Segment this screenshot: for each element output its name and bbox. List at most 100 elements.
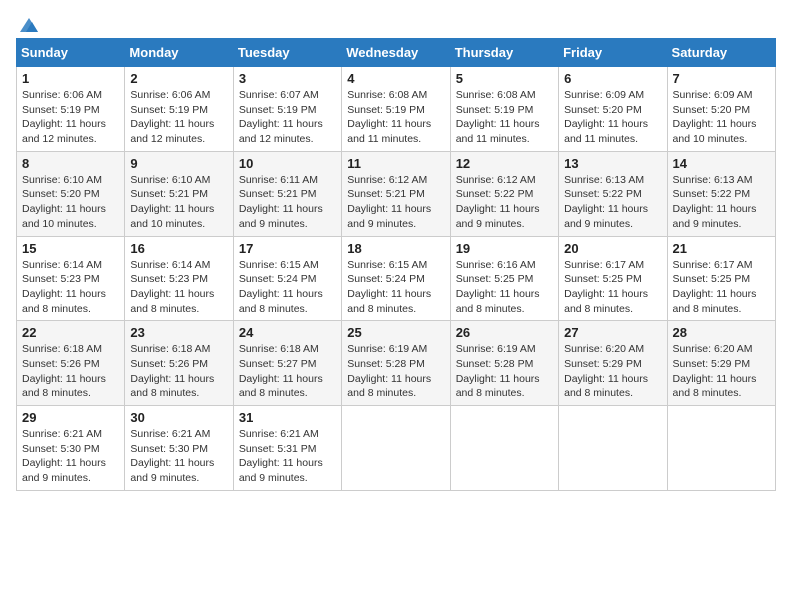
calendar-week-row: 8 Sunrise: 6:10 AMSunset: 5:20 PMDayligh… — [17, 151, 776, 236]
calendar-cell: 31 Sunrise: 6:21 AMSunset: 5:31 PMDaylig… — [233, 406, 341, 491]
calendar-cell: 12 Sunrise: 6:12 AMSunset: 5:22 PMDaylig… — [450, 151, 558, 236]
day-info: Sunrise: 6:09 AMSunset: 5:20 PMDaylight:… — [564, 89, 648, 145]
day-number: 14 — [673, 156, 770, 171]
day-number: 1 — [22, 71, 119, 86]
calendar-cell: 19 Sunrise: 6:16 AMSunset: 5:25 PMDaylig… — [450, 236, 558, 321]
calendar-cell — [342, 406, 450, 491]
day-number: 26 — [456, 325, 553, 340]
day-number: 30 — [130, 410, 227, 425]
calendar-cell: 24 Sunrise: 6:18 AMSunset: 5:27 PMDaylig… — [233, 321, 341, 406]
day-number: 12 — [456, 156, 553, 171]
day-info: Sunrise: 6:13 AMSunset: 5:22 PMDaylight:… — [673, 174, 757, 230]
calendar-cell: 6 Sunrise: 6:09 AMSunset: 5:20 PMDayligh… — [559, 67, 667, 152]
day-info: Sunrise: 6:21 AMSunset: 5:30 PMDaylight:… — [22, 428, 106, 484]
day-number: 21 — [673, 241, 770, 256]
calendar-cell — [559, 406, 667, 491]
calendar-cell: 26 Sunrise: 6:19 AMSunset: 5:28 PMDaylig… — [450, 321, 558, 406]
day-number: 31 — [239, 410, 336, 425]
day-number: 5 — [456, 71, 553, 86]
day-number: 10 — [239, 156, 336, 171]
day-number: 18 — [347, 241, 444, 256]
calendar-cell: 18 Sunrise: 6:15 AMSunset: 5:24 PMDaylig… — [342, 236, 450, 321]
day-info: Sunrise: 6:14 AMSunset: 5:23 PMDaylight:… — [130, 259, 214, 315]
day-info: Sunrise: 6:20 AMSunset: 5:29 PMDaylight:… — [564, 343, 648, 399]
day-info: Sunrise: 6:17 AMSunset: 5:25 PMDaylight:… — [564, 259, 648, 315]
day-info: Sunrise: 6:09 AMSunset: 5:20 PMDaylight:… — [673, 89, 757, 145]
calendar-cell — [667, 406, 775, 491]
day-info: Sunrise: 6:21 AMSunset: 5:30 PMDaylight:… — [130, 428, 214, 484]
day-info: Sunrise: 6:20 AMSunset: 5:29 PMDaylight:… — [673, 343, 757, 399]
day-info: Sunrise: 6:19 AMSunset: 5:28 PMDaylight:… — [347, 343, 431, 399]
day-header-thursday: Thursday — [450, 39, 558, 67]
day-info: Sunrise: 6:06 AMSunset: 5:19 PMDaylight:… — [130, 89, 214, 145]
calendar-cell: 3 Sunrise: 6:07 AMSunset: 5:19 PMDayligh… — [233, 67, 341, 152]
day-info: Sunrise: 6:11 AMSunset: 5:21 PMDaylight:… — [239, 174, 323, 230]
day-number: 16 — [130, 241, 227, 256]
day-number: 13 — [564, 156, 661, 171]
day-number: 8 — [22, 156, 119, 171]
day-number: 11 — [347, 156, 444, 171]
calendar-cell: 4 Sunrise: 6:08 AMSunset: 5:19 PMDayligh… — [342, 67, 450, 152]
calendar-cell: 10 Sunrise: 6:11 AMSunset: 5:21 PMDaylig… — [233, 151, 341, 236]
calendar-cell: 21 Sunrise: 6:17 AMSunset: 5:25 PMDaylig… — [667, 236, 775, 321]
day-number: 2 — [130, 71, 227, 86]
logo — [16, 16, 40, 30]
calendar-cell: 23 Sunrise: 6:18 AMSunset: 5:26 PMDaylig… — [125, 321, 233, 406]
day-info: Sunrise: 6:21 AMSunset: 5:31 PMDaylight:… — [239, 428, 323, 484]
day-number: 28 — [673, 325, 770, 340]
calendar-cell: 15 Sunrise: 6:14 AMSunset: 5:23 PMDaylig… — [17, 236, 125, 321]
day-number: 20 — [564, 241, 661, 256]
calendar-week-row: 1 Sunrise: 6:06 AMSunset: 5:19 PMDayligh… — [17, 67, 776, 152]
calendar-cell: 11 Sunrise: 6:12 AMSunset: 5:21 PMDaylig… — [342, 151, 450, 236]
day-number: 15 — [22, 241, 119, 256]
calendar-cell: 9 Sunrise: 6:10 AMSunset: 5:21 PMDayligh… — [125, 151, 233, 236]
calendar-cell: 25 Sunrise: 6:19 AMSunset: 5:28 PMDaylig… — [342, 321, 450, 406]
calendar-week-row: 22 Sunrise: 6:18 AMSunset: 5:26 PMDaylig… — [17, 321, 776, 406]
day-number: 27 — [564, 325, 661, 340]
day-info: Sunrise: 6:10 AMSunset: 5:21 PMDaylight:… — [130, 174, 214, 230]
day-info: Sunrise: 6:19 AMSunset: 5:28 PMDaylight:… — [456, 343, 540, 399]
day-info: Sunrise: 6:15 AMSunset: 5:24 PMDaylight:… — [347, 259, 431, 315]
calendar-cell: 29 Sunrise: 6:21 AMSunset: 5:30 PMDaylig… — [17, 406, 125, 491]
day-info: Sunrise: 6:06 AMSunset: 5:19 PMDaylight:… — [22, 89, 106, 145]
day-header-saturday: Saturday — [667, 39, 775, 67]
day-header-wednesday: Wednesday — [342, 39, 450, 67]
day-number: 3 — [239, 71, 336, 86]
calendar-cell: 28 Sunrise: 6:20 AMSunset: 5:29 PMDaylig… — [667, 321, 775, 406]
day-info: Sunrise: 6:08 AMSunset: 5:19 PMDaylight:… — [456, 89, 540, 145]
day-number: 25 — [347, 325, 444, 340]
day-number: 22 — [22, 325, 119, 340]
day-info: Sunrise: 6:07 AMSunset: 5:19 PMDaylight:… — [239, 89, 323, 145]
day-number: 19 — [456, 241, 553, 256]
calendar-cell: 17 Sunrise: 6:15 AMSunset: 5:24 PMDaylig… — [233, 236, 341, 321]
day-info: Sunrise: 6:18 AMSunset: 5:26 PMDaylight:… — [130, 343, 214, 399]
day-header-tuesday: Tuesday — [233, 39, 341, 67]
day-info: Sunrise: 6:13 AMSunset: 5:22 PMDaylight:… — [564, 174, 648, 230]
day-info: Sunrise: 6:18 AMSunset: 5:27 PMDaylight:… — [239, 343, 323, 399]
day-info: Sunrise: 6:17 AMSunset: 5:25 PMDaylight:… — [673, 259, 757, 315]
day-info: Sunrise: 6:10 AMSunset: 5:20 PMDaylight:… — [22, 174, 106, 230]
calendar-cell: 22 Sunrise: 6:18 AMSunset: 5:26 PMDaylig… — [17, 321, 125, 406]
day-number: 4 — [347, 71, 444, 86]
day-info: Sunrise: 6:15 AMSunset: 5:24 PMDaylight:… — [239, 259, 323, 315]
day-info: Sunrise: 6:12 AMSunset: 5:22 PMDaylight:… — [456, 174, 540, 230]
calendar-cell: 20 Sunrise: 6:17 AMSunset: 5:25 PMDaylig… — [559, 236, 667, 321]
calendar-cell: 13 Sunrise: 6:13 AMSunset: 5:22 PMDaylig… — [559, 151, 667, 236]
calendar-cell: 2 Sunrise: 6:06 AMSunset: 5:19 PMDayligh… — [125, 67, 233, 152]
day-info: Sunrise: 6:08 AMSunset: 5:19 PMDaylight:… — [347, 89, 431, 145]
calendar-cell: 27 Sunrise: 6:20 AMSunset: 5:29 PMDaylig… — [559, 321, 667, 406]
day-header-sunday: Sunday — [17, 39, 125, 67]
day-info: Sunrise: 6:16 AMSunset: 5:25 PMDaylight:… — [456, 259, 540, 315]
day-info: Sunrise: 6:18 AMSunset: 5:26 PMDaylight:… — [22, 343, 106, 399]
day-info: Sunrise: 6:12 AMSunset: 5:21 PMDaylight:… — [347, 174, 431, 230]
calendar-cell: 5 Sunrise: 6:08 AMSunset: 5:19 PMDayligh… — [450, 67, 558, 152]
header — [16, 16, 776, 30]
calendar-cell: 30 Sunrise: 6:21 AMSunset: 5:30 PMDaylig… — [125, 406, 233, 491]
calendar-cell — [450, 406, 558, 491]
day-number: 6 — [564, 71, 661, 86]
calendar-cell: 8 Sunrise: 6:10 AMSunset: 5:20 PMDayligh… — [17, 151, 125, 236]
calendar-week-row: 15 Sunrise: 6:14 AMSunset: 5:23 PMDaylig… — [17, 236, 776, 321]
calendar-week-row: 29 Sunrise: 6:21 AMSunset: 5:30 PMDaylig… — [17, 406, 776, 491]
calendar-cell: 7 Sunrise: 6:09 AMSunset: 5:20 PMDayligh… — [667, 67, 775, 152]
day-number: 9 — [130, 156, 227, 171]
